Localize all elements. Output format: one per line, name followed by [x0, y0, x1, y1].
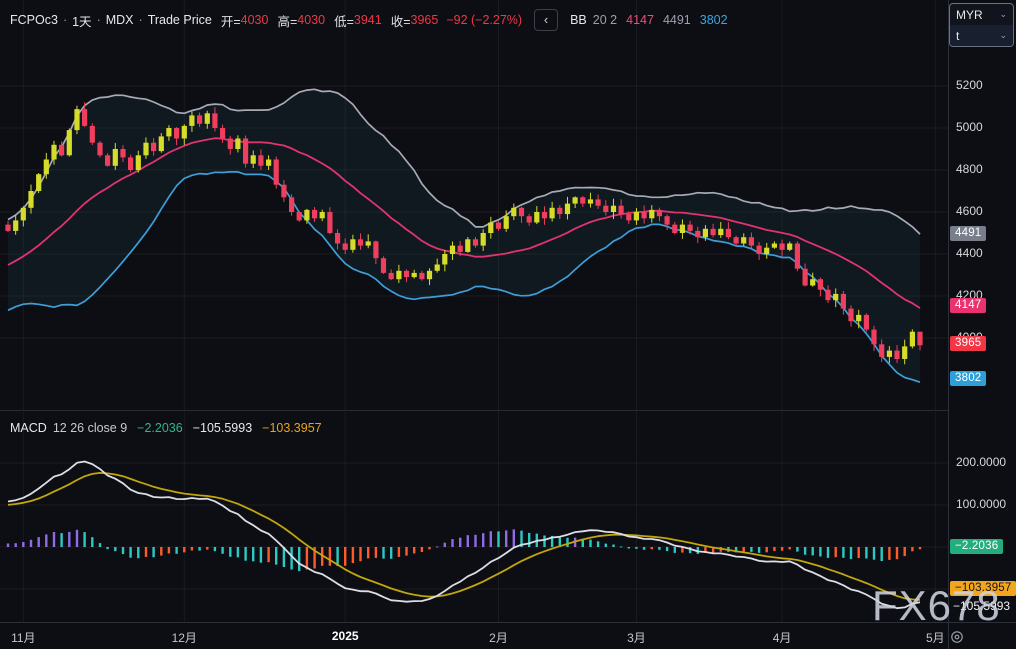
bb-upper-badge: 4491: [950, 225, 987, 241]
price-tick-label: 4800: [956, 162, 983, 176]
high-value: 4030: [297, 13, 326, 27]
macd-histogram: [6, 529, 922, 572]
bb-upper-value: 4491: [662, 13, 691, 27]
interval-label[interactable]: 1天: [72, 11, 91, 30]
time-axis[interactable]: 11月 12月 2025 2月 3月 4月 5月: [0, 622, 948, 649]
open-label: 开=: [220, 14, 241, 29]
macd-title: MACD: [10, 421, 47, 435]
time-tick-label: 2025: [331, 629, 359, 643]
unit-dropdown[interactable]: t ⌄: [950, 25, 1013, 46]
symbol-title[interactable]: FCPOc3: [10, 13, 58, 27]
price-tick-label: 5000: [956, 120, 983, 134]
close-value: 3965: [410, 13, 439, 27]
price-scale-selector: MYR ⌄ t ⌄: [949, 3, 1014, 47]
macd-indicator-legend[interactable]: MACD 12 26 close 9 −2.2036 −105.5993 −10…: [10, 421, 322, 435]
bb-basis-value: 4147: [626, 13, 654, 27]
gear-icon: [951, 630, 963, 643]
macd-line-value: −105.5993: [192, 421, 253, 435]
macd-signal-value: −103.3957: [262, 421, 322, 435]
time-tick-label: 11月: [11, 631, 36, 645]
bb-lower-badge: 3802: [950, 370, 987, 386]
exchange-label: MDX: [105, 13, 134, 27]
bb-title: BB: [570, 13, 587, 27]
price-tick-label: 4600: [956, 204, 983, 218]
high-label: 高=: [277, 14, 298, 29]
collapse-legend-button[interactable]: ‹: [534, 9, 559, 31]
watermark: FX678: [872, 582, 1001, 629]
macd-indicator-pane[interactable]: [0, 412, 948, 622]
low-value: 3941: [353, 13, 382, 27]
macd-hist-value: −2.2036: [137, 421, 183, 435]
time-tick-label: 3月: [627, 631, 646, 645]
chevron-down-icon: ⌄: [999, 30, 1007, 40]
time-tick-label: 12月: [171, 631, 197, 645]
time-tick-label: 4月: [772, 631, 792, 645]
price-type-label: Trade Price: [147, 13, 212, 27]
pane-divider[interactable]: [0, 410, 948, 411]
change-value: −92 (−2.27%): [446, 13, 523, 27]
time-tick-label: 2月: [489, 631, 508, 645]
last-price-badge: 3965: [950, 336, 987, 352]
price-chart-pane[interactable]: [0, 0, 948, 410]
chevron-left-icon: ‹: [543, 12, 549, 27]
macd-params: 12 26 close 9: [52, 421, 128, 435]
chevron-down-icon: ⌄: [999, 9, 1007, 19]
bb-params: 20 2: [592, 13, 618, 27]
price-axis[interactable]: 5200500048004600440042004000200.0000100.…: [949, 0, 1016, 649]
low-label: 低=: [334, 14, 354, 29]
price-tick-label: 4400: [956, 246, 983, 260]
macd-hist-badge: −2.2036: [950, 538, 1004, 554]
open-value: 4030: [240, 13, 269, 27]
chart-legend: FCPOc3 · 1天 · MDX · Trade Price 开= 4030 高…: [10, 9, 728, 31]
price-tick-label: 5200: [956, 78, 983, 92]
unit-value: t: [956, 28, 960, 43]
bb-indicator-legend[interactable]: BB 20 2 4147 4491 3802: [570, 13, 727, 27]
currency-value: MYR: [956, 7, 983, 22]
macd-tick-label: 100.0000: [956, 497, 1007, 511]
close-label: 收=: [390, 14, 411, 29]
trading-chart-window: FCPOc3 · 1天 · MDX · Trade Price 开= 4030 高…: [0, 0, 1016, 649]
bb-lower-value: 3802: [699, 13, 728, 27]
macd-tick-label: 200.0000: [956, 455, 1007, 469]
bb-basis-badge: 4147: [950, 298, 987, 314]
currency-dropdown[interactable]: MYR ⌄: [950, 4, 1013, 25]
